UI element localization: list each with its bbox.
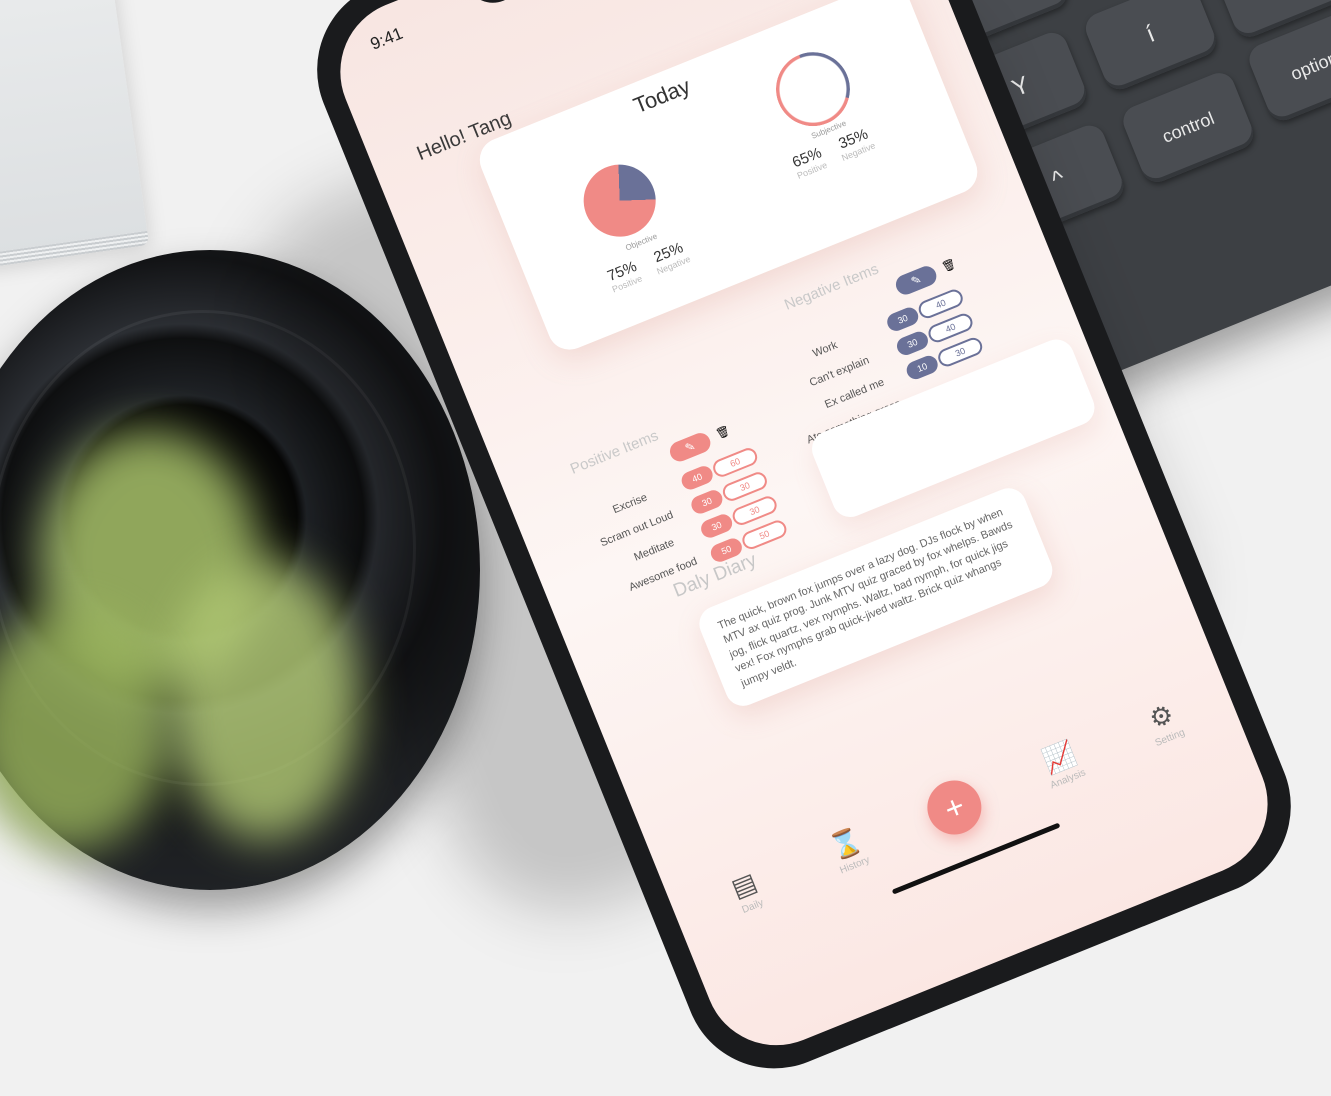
negative-item-value[interactable]: 30 [884,304,921,334]
negative-item-value[interactable]: 30 [894,329,931,358]
objective-positive: 75% Positive [604,258,644,295]
control-key: control [1118,68,1258,187]
positive-items-title: Positive Items [567,427,661,478]
negative-item-label: Work [811,339,840,360]
today-card: Today Objective 75% Positive 25% Negativ… [473,0,984,357]
subjective-positive: 65% Positive [789,144,829,181]
phone-notch [461,0,742,12]
today-title: Today [629,73,694,119]
tab-history[interactable]: ⌛ History [808,817,889,884]
positive-item-value[interactable]: 40 [678,463,716,493]
trash-icon[interactable]: 🗑 [714,424,731,441]
positive-item-label: Excrise [611,491,650,517]
status-time: 9:41 [367,23,406,54]
add-button[interactable]: + [919,772,990,843]
blurred-plant [170,560,360,840]
positive-item-label: Meditate [632,536,677,564]
trash-icon[interactable]: 🗑 [940,257,957,274]
negative-item-value[interactable]: 10 [903,353,941,382]
objective-pie-chart [582,163,657,238]
edit-negative-button[interactable]: ✎ [892,263,940,298]
objective-negative: 25% Negative [649,238,692,276]
tab-setting[interactable]: ⚙ Setting [1123,689,1204,756]
edit-positive-button[interactable]: ✎ [666,430,714,465]
home-indicator [891,822,1061,895]
tab-daily[interactable]: ▤ Daily [706,858,787,925]
tab-analysis[interactable]: 📈 Analysis [1021,731,1102,798]
subjective-ring-chart [764,40,862,138]
paper-stack [0,0,148,261]
positive-item-value[interactable]: 30 [698,511,735,541]
subjective-negative: 35% Negative [834,125,877,163]
negative-items-title: Negative Items [781,260,882,314]
positive-item-value[interactable]: 30 [688,487,726,517]
